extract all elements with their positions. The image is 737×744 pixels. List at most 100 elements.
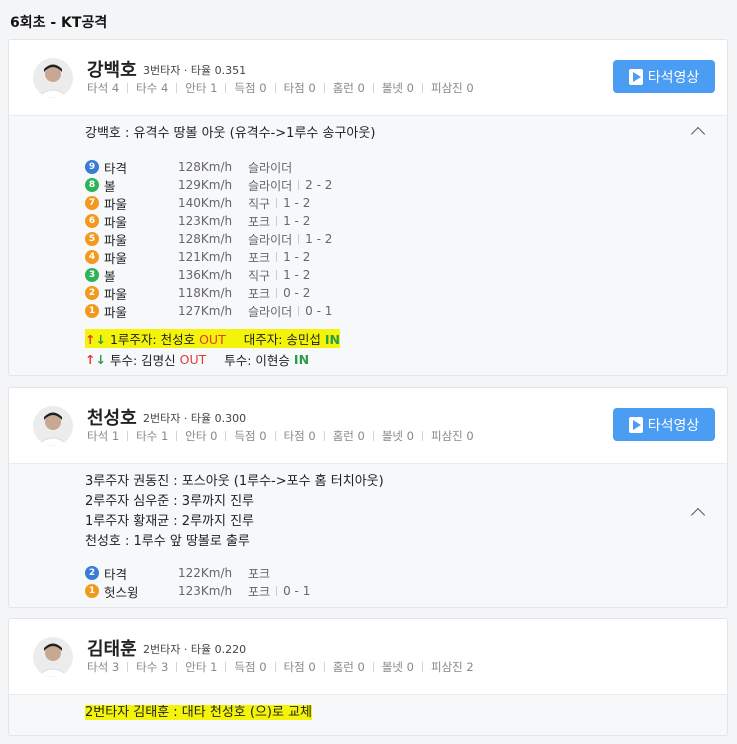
play-icon xyxy=(628,416,643,433)
stat-item: 안타 0 xyxy=(185,429,218,443)
pitch-count: 1 - 2 xyxy=(270,196,310,210)
stat-item: 홈런 0 xyxy=(332,660,365,674)
pitch-type: 슬라이더 xyxy=(248,304,293,319)
pitch-row: 1 파울 127Km/h 슬라이더 0 - 1 xyxy=(85,302,727,320)
player-name: 강백호 xyxy=(87,60,137,81)
pitch-row: 2 타격 122Km/h 포크 xyxy=(85,564,727,582)
pitch-row: 3 볼 136Km/h 직구 1 - 2 xyxy=(85,266,727,284)
sub-in-player: 투수: 이현승 xyxy=(224,353,290,368)
pitch-speed: 127Km/h xyxy=(178,304,233,318)
pitch-speed: 123Km/h xyxy=(178,584,233,598)
stat-item: 피삼진 0 xyxy=(430,429,474,443)
pitch-number-badge: 6 xyxy=(85,214,99,228)
sub-out-player: 투수: 김명신 xyxy=(109,353,176,368)
player-avatar xyxy=(33,637,73,677)
arrow-up-icon: ↑ xyxy=(85,352,96,367)
stat-item: 볼넷 0 xyxy=(381,429,414,443)
stat-item: 볼넷 0 xyxy=(381,660,414,674)
pitch-type: 슬라이더 xyxy=(248,232,293,247)
player-stats: 타석 1 타수 1 안타 0 득점 0 타점 0 홈런 0 볼넷 0 피삼진 0 xyxy=(87,428,474,444)
batting-order-avg: 3번타자 · 타율 0.351 xyxy=(143,64,247,77)
pitch-row: 6 파울 123Km/h 포크 1 - 2 xyxy=(85,212,727,230)
pitch-list: 2 타격 122Km/h 포크 1 헛스윙 123Km/h 포크 0 - 1 xyxy=(85,564,727,600)
pitch-speed: 128Km/h xyxy=(178,232,233,246)
stat-item: 득점 0 xyxy=(234,81,267,95)
pitch-speed: 128Km/h xyxy=(178,160,233,174)
pitch-number-badge: 5 xyxy=(85,232,99,246)
pitch-result: 헛스윙 xyxy=(104,584,139,600)
pitch-speed: 122Km/h xyxy=(178,566,233,580)
batting-order-avg: 2번타자 · 타율 0.220 xyxy=(143,643,247,656)
stat-item: 득점 0 xyxy=(234,660,267,674)
pitch-row: 9 타격 128Km/h 슬라이더 xyxy=(85,158,727,176)
video-button-label: 타석영상 xyxy=(647,69,700,86)
pitch-result: 타격 xyxy=(104,160,128,176)
arrow-down-icon: ↓ xyxy=(95,332,106,347)
in-label: IN xyxy=(324,332,340,347)
pitch-count: 2 - 2 xyxy=(292,178,332,192)
stat-item: 타석 4 xyxy=(87,81,120,95)
pitch-result: 볼 xyxy=(104,178,116,194)
at-bat-video-button[interactable]: 타석영상 xyxy=(613,60,715,93)
pitch-speed: 136Km/h xyxy=(178,268,233,282)
pitch-count: 0 - 2 xyxy=(270,286,310,300)
pitch-result: 파울 xyxy=(104,214,128,230)
stat-item: 볼넷 0 xyxy=(381,81,414,95)
at-bat-result: 천성호 : 1루수 앞 땅볼로 출루 xyxy=(85,534,250,549)
pitch-speed: 140Km/h xyxy=(178,196,233,210)
pitch-result: 파울 xyxy=(104,250,128,266)
sub-out-player: 1루주자: 천성호 xyxy=(109,332,196,347)
pitch-result: 볼 xyxy=(104,268,116,284)
pitch-number-badge: 1 xyxy=(85,584,99,598)
pitch-type: 직구 xyxy=(248,268,271,283)
pitch-type: 포크 xyxy=(248,566,271,581)
sub-in-player: 대주자: 송민섭 xyxy=(243,332,321,347)
pitch-speed: 129Km/h xyxy=(178,178,233,192)
batting-order-avg: 2번타자 · 타율 0.300 xyxy=(143,412,247,425)
stat-item: 타석 3 xyxy=(87,660,120,674)
substitution-note: 2번타자 김태훈 : 대타 천성호 (으)로 교체 xyxy=(85,705,312,720)
stat-item: 타점 0 xyxy=(283,429,316,443)
pitch-type: 슬라이더 xyxy=(248,160,293,175)
pitch-count: 0 - 1 xyxy=(292,304,332,318)
pitch-count: 1 - 2 xyxy=(292,232,332,246)
player-stats: 타석 3 타수 3 안타 1 득점 0 타점 0 홈런 0 볼넷 0 피삼진 2 xyxy=(87,659,474,675)
at-bat-result: 3루주자 권동진 : 포스아웃 (1루수->포수 홈 터치아웃) xyxy=(85,474,384,489)
pitch-type: 직구 xyxy=(248,196,271,211)
in-label: IN xyxy=(293,352,310,367)
substitution-row: ↑ ↓ 투수: 김명신 OUT 투수: 이현승 IN xyxy=(85,349,727,370)
out-label: OUT xyxy=(199,332,226,347)
pitch-type: 포크 xyxy=(248,250,271,265)
at-bat-video-button[interactable]: 타석영상 xyxy=(613,408,715,441)
pitch-speed: 121Km/h xyxy=(178,250,233,264)
stat-item: 타석 1 xyxy=(87,429,120,443)
batter-card: 강백호 3번타자 · 타율 0.351 타석 4 타수 4 안타 1 득점 0 타점 0… xyxy=(8,39,728,376)
pitch-count: 1 - 2 xyxy=(270,268,310,282)
pitch-number-badge: 9 xyxy=(85,160,99,174)
pitch-result: 파울 xyxy=(104,304,128,320)
pitch-row: 1 헛스윙 123Km/h 포크 0 - 1 xyxy=(85,582,727,600)
pitch-type: 포크 xyxy=(248,286,271,301)
play-icon xyxy=(628,68,643,85)
pitch-speed: 123Km/h xyxy=(178,214,233,228)
stat-item: 타수 3 xyxy=(136,660,169,674)
pitch-result: 파울 xyxy=(104,286,128,302)
stat-item: 타점 0 xyxy=(283,81,316,95)
substitution-row: ↑↓ 1루주자: 천성호 OUT 대주자: 송민섭 IN xyxy=(85,328,727,349)
pitch-row: 5 파울 128Km/h 슬라이더 1 - 2 xyxy=(85,230,727,248)
pitch-number-badge: 3 xyxy=(85,268,99,282)
player-name: 천성호 xyxy=(87,408,137,429)
pitch-count: 0 - 1 xyxy=(270,584,310,598)
batter-card: 김태훈 2번타자 · 타율 0.220 타석 3 타수 3 안타 1 득점 0 타점 0… xyxy=(8,618,728,736)
pitch-result: 타격 xyxy=(104,566,128,582)
pitch-list: 9 타격 128Km/h 슬라이더 8 볼 129Km/h 슬라이더 2 - 2 7 파울 140… xyxy=(85,158,727,320)
out-label: OUT xyxy=(179,352,207,367)
batter-card: 천성호 2번타자 · 타율 0.300 타석 1 타수 1 안타 0 득점 0 타점 0… xyxy=(8,387,728,608)
pitch-row: 2 파울 118Km/h 포크 0 - 2 xyxy=(85,284,727,302)
stat-item: 홈런 0 xyxy=(332,429,365,443)
pitch-number-badge: 1 xyxy=(85,304,99,318)
pitch-number-badge: 4 xyxy=(85,250,99,264)
pitch-number-badge: 2 xyxy=(85,566,99,580)
stat-item: 피삼진 2 xyxy=(430,660,474,674)
pitch-row: 4 파울 121Km/h 포크 1 - 2 xyxy=(85,248,727,266)
